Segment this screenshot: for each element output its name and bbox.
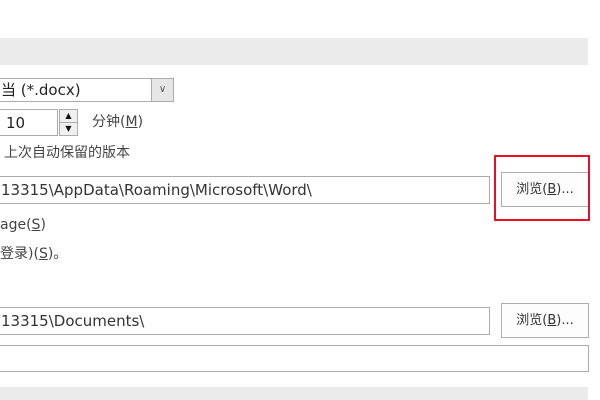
minutes-label: 分钟(M) bbox=[92, 114, 144, 130]
save-format-select[interactable]: 当 (*.docx) ∨ bbox=[0, 78, 174, 102]
stepper-down-icon[interactable]: ▼ bbox=[60, 123, 77, 135]
chevron-down-icon[interactable]: ∨ bbox=[151, 79, 173, 101]
option-label-1: age(S) bbox=[0, 217, 46, 233]
highlight-box bbox=[494, 155, 590, 221]
browse-default-location-button[interactable]: 浏览(B)... bbox=[501, 303, 589, 338]
save-format-value: 当 (*.docx) bbox=[1, 81, 81, 99]
minutes-stepper[interactable]: ▲ ▼ bbox=[59, 109, 78, 136]
keep-last-version-label: 上次自动保留的版本 bbox=[4, 145, 130, 161]
extra-path-input[interactable] bbox=[0, 345, 589, 372]
section-header-band bbox=[0, 38, 588, 65]
option-label-2: 登录)(S)。 bbox=[0, 246, 68, 262]
autosave-minutes-value: 10 bbox=[6, 114, 26, 132]
autorecover-path-value: 13315\AppData\Roaming\Microsoft\Word\ bbox=[1, 181, 312, 199]
default-local-path-value: 13315\Documents\ bbox=[1, 312, 145, 330]
autosave-minutes-input[interactable]: 10 bbox=[0, 109, 58, 136]
stepper-up-icon[interactable]: ▲ bbox=[60, 110, 77, 123]
autorecover-location-input[interactable]: 13315\AppData\Roaming\Microsoft\Word\ bbox=[0, 176, 490, 204]
default-local-location-input[interactable]: 13315\Documents\ bbox=[0, 307, 490, 335]
next-section-band bbox=[0, 387, 588, 400]
